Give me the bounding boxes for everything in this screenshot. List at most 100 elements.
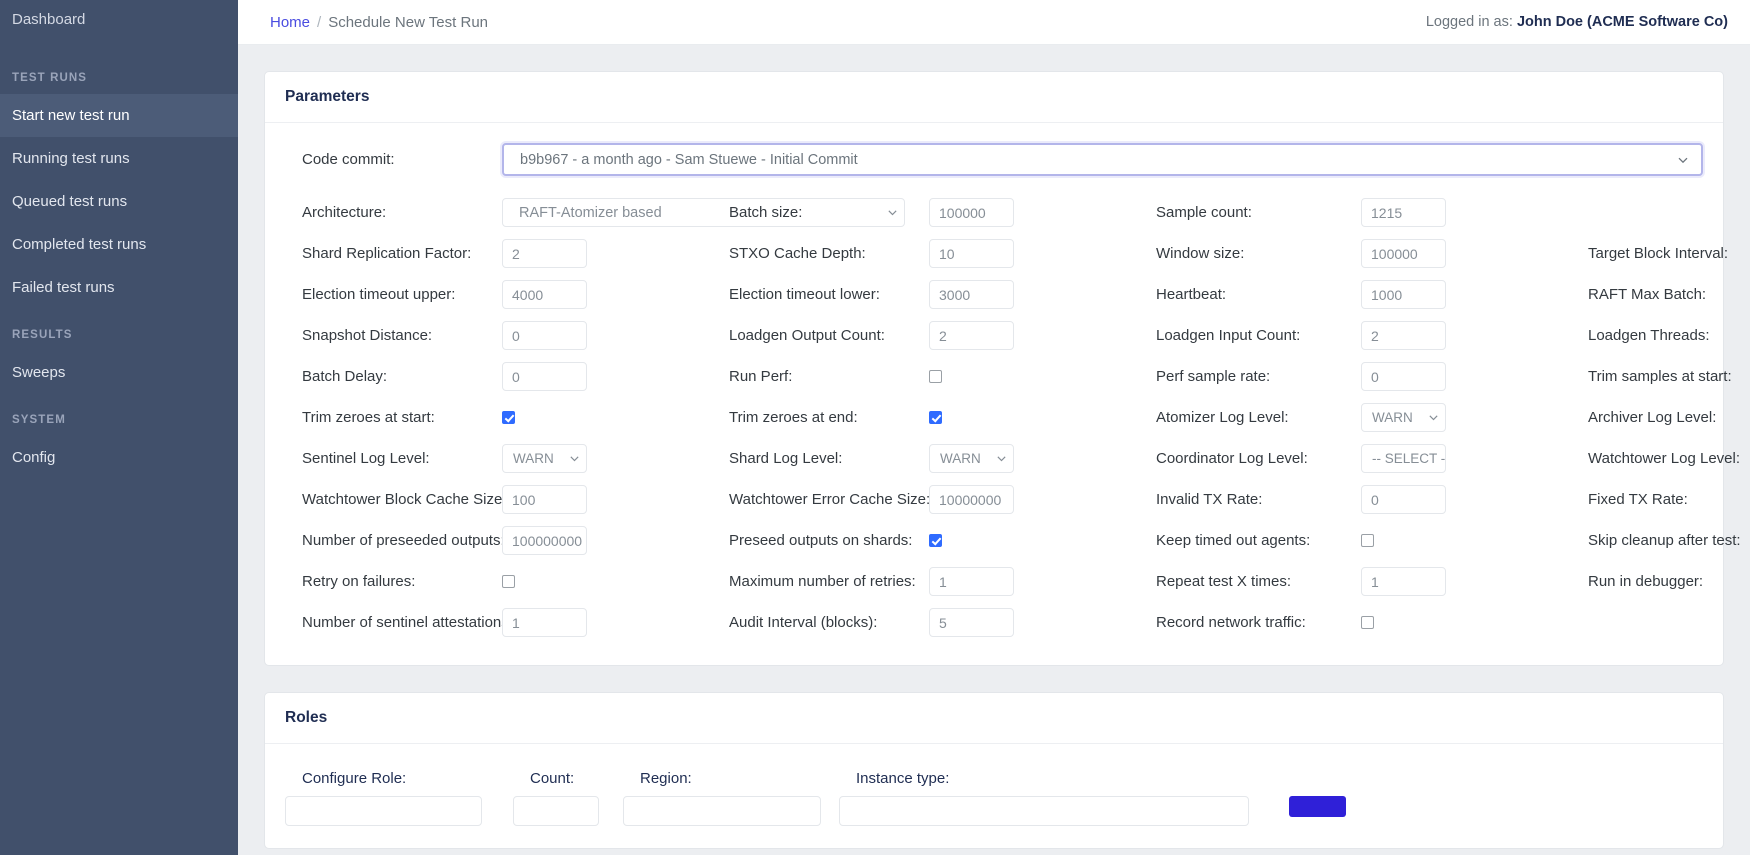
sidebar-item-dashboard[interactable]: Dashboard xyxy=(0,0,238,52)
c2-input[interactable]: 3000 xyxy=(929,280,1014,309)
field-label: Audit Interval (blocks): xyxy=(729,614,878,631)
roles-header-instance-type: Instance type: xyxy=(856,770,950,787)
c3-input[interactable]: 1000 xyxy=(1361,280,1446,309)
input-value: 0 xyxy=(1371,491,1379,508)
c3-input[interactable]: 2 xyxy=(1361,321,1446,350)
select-value: -- SELECT -- xyxy=(1372,451,1446,466)
field-label: Loadgen Output Count: xyxy=(729,327,885,344)
field-label: Election timeout lower: xyxy=(729,286,880,303)
sidebar-item-start-new-test-run[interactable]: Start new test run xyxy=(0,93,238,137)
field-label: Number of preseeded outputs: xyxy=(302,532,505,549)
field-label: RAFT Max Batch: xyxy=(1588,286,1707,303)
input-cell: 3000 xyxy=(929,274,1139,315)
select-cell: WARN xyxy=(929,438,1139,479)
empty-label xyxy=(1571,613,1750,633)
c1-checkbox[interactable] xyxy=(502,411,515,424)
logged-in-status: Logged in as: John Doe (ACME Software Co… xyxy=(1426,14,1728,30)
roles-count-input[interactable] xyxy=(513,796,599,826)
field-label: Skip cleanup after test: xyxy=(1588,532,1741,549)
c3-input[interactable]: 0 xyxy=(1361,362,1446,391)
input-cell: 100000 xyxy=(1361,233,1571,274)
input-value: 1 xyxy=(1371,573,1379,590)
c3-input[interactable]: 1215 xyxy=(1361,198,1446,227)
field-label: Atomizer Log Level: xyxy=(1156,409,1289,426)
c1-input[interactable]: 0 xyxy=(502,321,587,350)
page-content: Parameters Code commit: b9b967 - a month… xyxy=(238,45,1750,849)
c2-input[interactable]: 10000000 xyxy=(929,485,1014,514)
c3-checkbox[interactable] xyxy=(1361,616,1374,629)
checkbox-cell xyxy=(929,405,1139,430)
field-label: Election timeout upper: xyxy=(302,286,456,303)
c1-select[interactable]: WARN xyxy=(502,444,587,473)
sidebar-item-label: Sweeps xyxy=(12,363,66,381)
field-label: Repeat test X times: xyxy=(1156,573,1292,590)
sidebar-section-system: SYSTEM Config xyxy=(0,394,238,479)
input-value: 1 xyxy=(939,573,947,590)
sidebar-item-label: Queued test runs xyxy=(12,192,128,210)
roles-instance-type-select[interactable] xyxy=(839,796,1249,826)
parameters-card-body: Code commit: b9b967 - a month ago - Sam … xyxy=(265,123,1741,665)
sidebar-item-label: Dashboard xyxy=(12,11,86,28)
roles-configure-role-select[interactable] xyxy=(285,796,482,826)
sidebar-item-config[interactable]: Config xyxy=(0,436,238,479)
sidebar-item-completed-test-runs[interactable]: Completed test runs xyxy=(0,223,238,266)
c3-select[interactable]: WARN xyxy=(1361,403,1446,432)
c2-input[interactable]: 100000 xyxy=(929,198,1014,227)
c1-input[interactable]: 2 xyxy=(502,239,587,268)
sidebar-item-queued-test-runs[interactable]: Queued test runs xyxy=(0,180,238,223)
input-cell: 4000 xyxy=(502,274,712,315)
c2-checkbox[interactable] xyxy=(929,411,942,424)
field-label: Architecture: xyxy=(302,204,387,221)
sidebar-item-sweeps[interactable]: Sweeps xyxy=(0,351,238,394)
c3-checkbox[interactable] xyxy=(1361,534,1374,547)
field-label: Shard Replication Factor: xyxy=(302,245,472,262)
sidebar-item-label: Config xyxy=(12,448,56,466)
input-value: 100000000 xyxy=(512,532,583,549)
input-cell: 5 xyxy=(929,602,1139,643)
c2-select[interactable]: WARN xyxy=(929,444,1014,473)
field-label: Perf sample rate: xyxy=(1156,368,1271,385)
c1-checkbox[interactable] xyxy=(502,575,515,588)
c2-input[interactable]: 5 xyxy=(929,608,1014,637)
breadcrumb-current: Schedule New Test Run xyxy=(328,13,489,31)
c1-input[interactable]: 4000 xyxy=(502,280,587,309)
input-cell: 0 xyxy=(502,315,712,356)
roles-add-button[interactable] xyxy=(1289,796,1346,817)
field-label: Watchtower Error Cache Size: xyxy=(729,491,931,508)
checkbox-cell xyxy=(1361,610,1571,635)
c2-input[interactable]: 2 xyxy=(929,321,1014,350)
field-label: Trim zeroes at start: xyxy=(302,409,435,426)
roles-header-configure-role: Configure Role: xyxy=(302,770,407,787)
roles-region-select[interactable] xyxy=(623,796,821,826)
checkbox-cell xyxy=(502,405,712,430)
c3-input[interactable]: 100000 xyxy=(1361,239,1446,268)
field-label: Target Block Interval: xyxy=(1588,245,1729,262)
sidebar-item-running-test-runs[interactable]: Running test runs xyxy=(0,137,238,180)
c3-select[interactable]: -- SELECT -- xyxy=(1361,444,1446,473)
chevron-down-icon xyxy=(1428,412,1439,423)
field-label: Batch size: xyxy=(729,204,803,221)
breadcrumb-home-link[interactable]: Home xyxy=(270,14,310,31)
code-commit-select[interactable]: b9b967 - a month ago - Sam Stuewe - Init… xyxy=(502,143,1703,176)
input-cell: 2 xyxy=(1361,315,1571,356)
c1-input[interactable]: 100000000 xyxy=(502,526,587,555)
chevron-down-icon xyxy=(1677,154,1689,166)
c1-input[interactable]: 100 xyxy=(502,485,587,514)
c1-input[interactable]: 0 xyxy=(502,362,587,391)
roles-col-instance-type: Instance type: xyxy=(839,764,1289,826)
roles-header-region: Region: xyxy=(640,770,692,787)
c2-input[interactable]: 10 xyxy=(929,239,1014,268)
c1-input[interactable]: 1 xyxy=(502,608,587,637)
sidebar-section-title: SYSTEM xyxy=(12,413,66,426)
c3-input[interactable]: 1 xyxy=(1361,567,1446,596)
field-label: Keep timed out agents: xyxy=(1156,532,1311,549)
field-label: STXO Cache Depth: xyxy=(729,245,866,262)
c3-input[interactable]: 0 xyxy=(1361,485,1446,514)
sidebar-item-label: Running test runs xyxy=(12,149,130,167)
field-label: Invalid TX Rate: xyxy=(1156,491,1263,508)
c2-checkbox[interactable] xyxy=(929,370,942,383)
c2-input[interactable]: 1 xyxy=(929,567,1014,596)
input-cell: 1000 xyxy=(1361,274,1571,315)
sidebar-item-failed-test-runs[interactable]: Failed test runs xyxy=(0,266,238,309)
c2-checkbox[interactable] xyxy=(929,534,942,547)
